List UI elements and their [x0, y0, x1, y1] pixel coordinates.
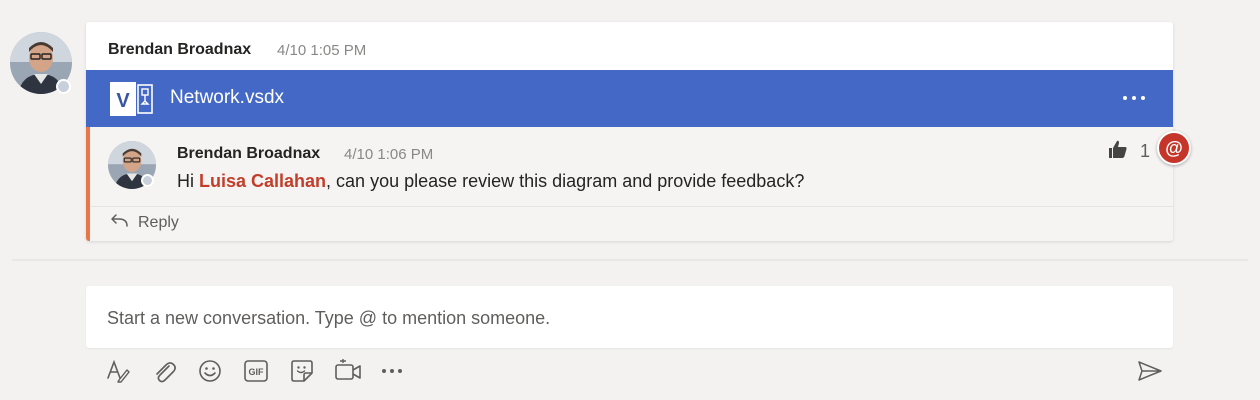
emoji-icon[interactable] — [195, 356, 225, 386]
file-name[interactable]: Network.vsdx — [170, 87, 284, 109]
reply-body-suffix: , can you please review this diagram and… — [326, 171, 805, 191]
reply-author-avatar[interactable] — [108, 141, 156, 189]
presence-indicator — [141, 174, 154, 187]
section-divider — [12, 259, 1248, 261]
sticker-icon[interactable] — [287, 356, 317, 386]
send-icon[interactable] — [1137, 358, 1163, 389]
more-icon[interactable] — [377, 356, 407, 386]
reply-button[interactable]: Reply — [110, 213, 179, 232]
like-reaction[interactable]: 1 — [1108, 139, 1150, 164]
reply-label: Reply — [138, 213, 179, 231]
reply-timestamp: 4/10 1:06 PM — [344, 146, 434, 163]
visio-icon: V — [110, 82, 154, 121]
svg-text:V: V — [116, 90, 130, 112]
thread-author-name[interactable]: Brendan Broadnax — [108, 41, 251, 59]
reply-body: Hi Luisa Callahan, can you please review… — [177, 171, 804, 192]
mention-at-icon: @ — [1157, 131, 1191, 165]
reply-arrow-icon — [110, 213, 128, 232]
compose-placeholder: Start a new conversation. Type @ to ment… — [107, 308, 551, 328]
presence-indicator — [56, 79, 71, 94]
svg-text:GIF: GIF — [249, 367, 265, 377]
reply-divider — [90, 206, 1173, 207]
file-attachment-bar[interactable]: V Network.vsdx — [86, 70, 1173, 127]
reply-author-name[interactable]: Brendan Broadnax — [177, 145, 320, 163]
like-count: 1 — [1140, 141, 1151, 161]
reply-body-prefix: Hi — [177, 171, 199, 191]
format-icon[interactable] — [103, 356, 133, 386]
message-header: Brendan Broadnax 4/10 1:05 PM — [86, 22, 1173, 70]
mention-link[interactable]: Luisa Callahan — [199, 171, 326, 191]
meet-now-icon[interactable] — [333, 356, 363, 386]
thread-timestamp: 4/10 1:05 PM — [277, 42, 367, 59]
compose-box[interactable]: Start a new conversation. Type @ to ment… — [86, 286, 1173, 348]
message-card: Brendan Broadnax 4/10 1:05 PM V Network.… — [86, 22, 1173, 241]
thread-author-avatar[interactable] — [10, 32, 72, 94]
more-options-icon[interactable] — [1119, 82, 1149, 112]
attach-icon[interactable] — [149, 356, 179, 386]
reply-message: Brendan Broadnax 4/10 1:06 PM Hi Luisa C… — [86, 127, 1173, 241]
thumbs-up-icon — [1108, 139, 1128, 164]
gif-icon[interactable]: GIF — [241, 356, 271, 386]
